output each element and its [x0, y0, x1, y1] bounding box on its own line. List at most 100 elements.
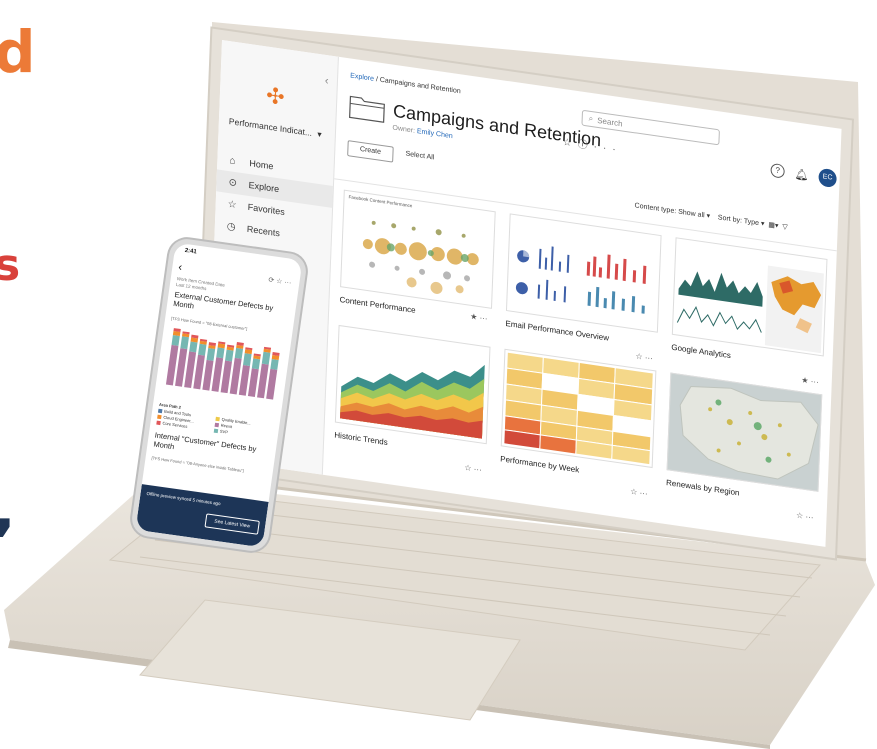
more-options-icon[interactable]: ··· [474, 464, 482, 474]
content-type-select[interactable]: Show all [678, 209, 705, 220]
legend-swatch [156, 420, 161, 426]
card-actions: ☆ ··· [796, 511, 814, 522]
card-thumbnail [334, 324, 491, 445]
site-selector[interactable]: Performance Indicat... ▾ [229, 116, 322, 140]
card-actions: ☆ ··· [635, 352, 653, 363]
star-icon[interactable]: ☆ [635, 352, 643, 362]
chevron-down-icon: ▾ [317, 128, 322, 140]
sidebar-item-label: Home [249, 158, 274, 172]
bar-segment [238, 365, 250, 396]
bar-segment [261, 351, 271, 365]
bar-segment [220, 360, 232, 394]
star-icon[interactable]: ☆ [630, 487, 638, 497]
bar-segment [171, 335, 180, 346]
star-icon[interactable]: ☆ [796, 511, 804, 521]
legend-swatch [213, 428, 219, 434]
bar-segment [270, 358, 279, 370]
card-thumbnail [666, 372, 823, 492]
more-options-icon[interactable]: ··· [593, 141, 621, 156]
bar-segment [216, 347, 225, 359]
notification-bell-icon[interactable]: 🔔︎ [794, 167, 808, 182]
site-name: Performance Indicat... [228, 116, 313, 138]
star-filled-icon[interactable]: ★ [801, 375, 809, 385]
offline-status-text: Offline preview synced 5 minutes ago [146, 490, 221, 507]
chevron-down-icon: ▾ [706, 212, 711, 221]
sort-select[interactable]: Type [744, 218, 759, 227]
area-map-thumbnail [676, 265, 824, 354]
star-icon[interactable]: ☆ [464, 463, 472, 473]
chevron-down-icon: ▾ [760, 220, 765, 228]
info-icon[interactable]: ⓘ [577, 139, 593, 152]
more-options-icon[interactable]: ··· [645, 353, 653, 363]
breadcrumb: Explore / Campaigns and Retention [350, 72, 461, 95]
content-card[interactable]: Renewals by Region ☆ ··· [666, 372, 823, 522]
more-options-icon[interactable]: ··· [639, 488, 647, 498]
back-arrow-icon[interactable]: ‹ [178, 261, 183, 273]
content-filters: Content type: Show all ▾ Sort by: Type ▾… [634, 201, 787, 231]
bar-segment [189, 341, 198, 353]
more-options-icon[interactable]: ··· [805, 512, 813, 522]
home-icon: ⌂ [229, 154, 236, 167]
create-button[interactable]: Create [347, 140, 394, 163]
bubble-chart-thumbnail [362, 220, 479, 294]
avatar[interactable]: EC [818, 167, 837, 189]
bar-chart-thumbnail [515, 246, 647, 314]
phone-actions: ⟳ ☆ ··· [268, 276, 292, 287]
select-all-button[interactable]: Select All [405, 150, 434, 161]
compass-icon: ⊙ [228, 176, 238, 189]
card-actions: ★ ··· [801, 375, 819, 386]
breadcrumb-separator: / [375, 76, 378, 84]
sort-label: Sort by: [717, 214, 743, 225]
header-icons: ? 🔔︎ EC [770, 161, 837, 189]
favorite-star-icon[interactable]: ☆ [562, 137, 577, 150]
more-options-icon[interactable]: ··· [811, 377, 819, 387]
content-card[interactable]: Facebook Content Performance Content Per… [339, 189, 496, 326]
star-icon: ☆ [227, 198, 237, 211]
card-thumbnail [500, 348, 657, 469]
owner-name-link[interactable]: Emily Chen [417, 128, 453, 140]
breadcrumb-link-explore[interactable]: Explore [350, 72, 374, 82]
bar-segment [266, 368, 278, 400]
content-card[interactable]: Google Analytics ★ ··· [671, 237, 828, 387]
bar-segment [202, 359, 214, 391]
breadcrumb-current: Campaigns and Retention [379, 76, 461, 96]
folder-icon [349, 95, 385, 123]
star-filled-icon[interactable]: ★ [470, 312, 478, 322]
search-icon: ⌕ [588, 113, 594, 124]
grid-view-icon[interactable]: ▦▾ [768, 222, 778, 230]
stacked-bar-chart [165, 328, 280, 400]
more-options-icon[interactable]: ··· [479, 313, 487, 323]
sidebar-item-label: Favorites [247, 201, 285, 218]
search-placeholder: Search [597, 115, 623, 128]
bar-segment [234, 347, 244, 359]
clock-icon: ◷ [226, 220, 236, 233]
collapse-sidebar-icon[interactable]: ‹ [325, 75, 329, 87]
legend-swatch [214, 422, 220, 428]
content-card[interactable]: Historic Trends ☆ ··· [334, 324, 491, 475]
content-card[interactable]: Email Performance Overview ☆ ··· [505, 213, 662, 363]
see-latest-view-button[interactable]: See Latest View [204, 513, 260, 535]
bar-segment [206, 348, 216, 361]
card-actions: ☆ ··· [464, 463, 482, 474]
filter-icon[interactable]: ▽ [782, 224, 788, 232]
content-card[interactable]: Performance by Week ☆ ··· [500, 348, 657, 498]
card-actions: ☆ ··· [630, 487, 648, 498]
bar-segment [225, 349, 234, 362]
tableau-logo-icon: ✣ [265, 82, 286, 110]
star-icon[interactable]: ☆ [276, 278, 283, 286]
legend-swatch [215, 416, 220, 422]
bar-segment [251, 358, 261, 370]
card-thumbnail: Facebook Content Performance [340, 189, 496, 309]
bar-segment [247, 368, 259, 398]
bar-segment [180, 336, 189, 350]
help-icon[interactable]: ? [770, 162, 785, 179]
map-thumbnail [667, 373, 822, 491]
bar-segment [198, 343, 207, 356]
legend-swatch [157, 414, 162, 420]
refresh-icon[interactable]: ⟳ [268, 277, 275, 285]
more-options-icon[interactable]: ··· [284, 279, 292, 287]
sidebar-nav: ⌂ Home ⊙ Explore ☆ Favorites ◷ Recents [214, 147, 333, 251]
owner-label: Owner: [392, 124, 416, 135]
content-type-label: Content type: [634, 202, 677, 216]
card-thumbnail [671, 237, 828, 357]
